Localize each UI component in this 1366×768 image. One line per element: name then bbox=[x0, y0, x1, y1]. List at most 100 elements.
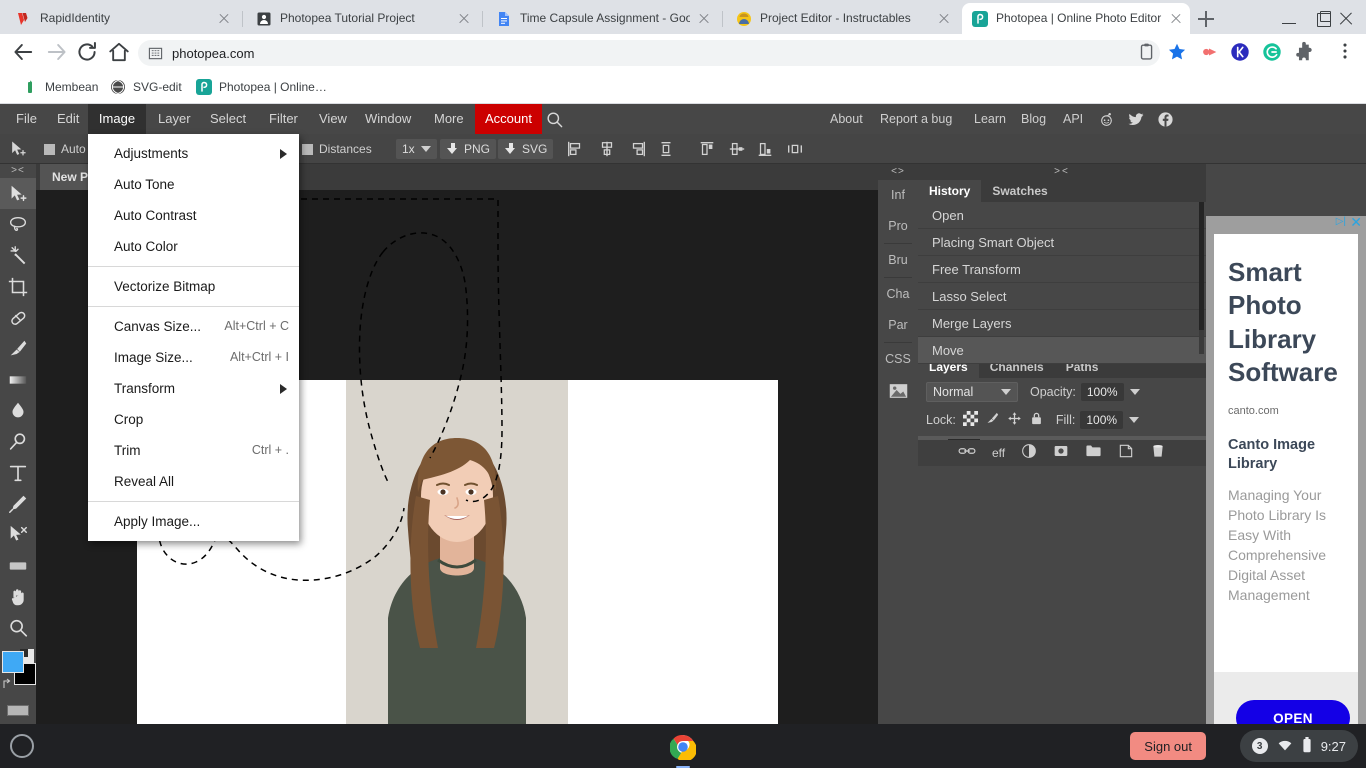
menu-item-vectorize-bitmap[interactable]: Vectorize Bitmap bbox=[88, 271, 299, 302]
opacity-chevron-down-icon[interactable] bbox=[1129, 389, 1140, 395]
bookmark-star-icon[interactable] bbox=[1166, 41, 1190, 65]
fill-chevron-down-icon[interactable] bbox=[1129, 417, 1140, 423]
tab-close-icon[interactable] bbox=[216, 11, 232, 27]
tab-close-icon[interactable] bbox=[696, 11, 712, 27]
history-item[interactable]: Merge Layers bbox=[918, 310, 1206, 337]
link-blog[interactable]: Blog bbox=[1021, 104, 1046, 134]
rail-tab-brushes[interactable]: Bru bbox=[878, 245, 918, 276]
extensions-puzzle-icon[interactable] bbox=[1293, 41, 1317, 65]
align-right-icon[interactable] bbox=[629, 140, 647, 158]
tool-lasso[interactable] bbox=[0, 209, 36, 240]
color-swatches[interactable] bbox=[0, 649, 36, 701]
reddit-icon[interactable] bbox=[1098, 111, 1115, 128]
link-about[interactable]: About bbox=[830, 104, 863, 134]
menu-item-auto-tone[interactable]: Auto Tone bbox=[88, 169, 299, 200]
menu-item-reveal-all[interactable]: Reveal All bbox=[88, 466, 299, 497]
chrome-menu-icon[interactable] bbox=[1334, 40, 1358, 64]
tool-type[interactable] bbox=[0, 457, 36, 488]
distances-checkbox[interactable]: Distances bbox=[302, 134, 372, 164]
menu-edit[interactable]: Edit bbox=[47, 104, 89, 134]
auto-select-checkbox[interactable]: Auto bbox=[44, 134, 86, 164]
tool-blur[interactable] bbox=[0, 395, 36, 426]
wifi-icon[interactable] bbox=[1277, 738, 1293, 755]
tools-collapse-handle[interactable]: >< bbox=[0, 164, 36, 178]
tool-zoom[interactable] bbox=[0, 612, 36, 643]
blend-mode-select[interactable]: Normal bbox=[926, 382, 1018, 402]
active-tool-indicator[interactable] bbox=[8, 134, 28, 164]
lock-all-icon[interactable] bbox=[1029, 411, 1044, 429]
history-item[interactable]: Placing Smart Object bbox=[918, 229, 1206, 256]
battery-icon[interactable] bbox=[1302, 736, 1312, 756]
tool-crop[interactable] bbox=[0, 271, 36, 302]
opacity-value[interactable]: 100% bbox=[1080, 383, 1124, 401]
menu-image[interactable]: Image bbox=[88, 104, 146, 134]
close-icon[interactable] bbox=[1335, 8, 1357, 30]
browser-tab-1[interactable]: Photopea Tutorial Project bbox=[246, 3, 478, 34]
search-icon[interactable] bbox=[545, 110, 564, 134]
menu-item-image-size[interactable]: Image Size... Alt+Ctrl + I bbox=[88, 342, 299, 373]
lock-transparency-icon[interactable] bbox=[962, 411, 978, 429]
ad-card[interactable]: Smart Photo Library Software canto.com C… bbox=[1214, 234, 1358, 768]
rail-tab-css[interactable]: CSS bbox=[878, 344, 918, 375]
quick-mask-toggle[interactable] bbox=[0, 701, 36, 719]
menu-item-apply-image[interactable]: Apply Image... bbox=[88, 506, 299, 537]
history-item[interactable]: Open bbox=[918, 202, 1206, 229]
browser-tab-2[interactable]: Time Capsule Assignment - Goo bbox=[486, 3, 718, 34]
tool-gradient[interactable] bbox=[0, 364, 36, 395]
distribute-v-icon[interactable] bbox=[657, 140, 675, 158]
checkbox-box[interactable] bbox=[302, 143, 313, 155]
launcher-icon[interactable] bbox=[10, 734, 34, 758]
fx-effects-icon[interactable]: eff bbox=[992, 446, 1005, 460]
clipboard-icon[interactable] bbox=[1136, 41, 1160, 65]
close-ad-icon[interactable]: ✕ bbox=[1350, 214, 1362, 231]
chrome-icon[interactable] bbox=[669, 734, 697, 768]
history-item-active[interactable]: Move bbox=[918, 337, 1206, 364]
minimize-icon[interactable] bbox=[1278, 8, 1300, 30]
history-list[interactable]: Open Placing Smart Object Free Transform… bbox=[918, 202, 1206, 364]
rail-tab-character[interactable]: Cha bbox=[878, 279, 918, 310]
browser-tab-3[interactable]: Project Editor - Instructables bbox=[726, 3, 958, 34]
adjustment-layer-icon[interactable] bbox=[1021, 443, 1037, 464]
panels-collapse-handle[interactable]: >< bbox=[918, 164, 1206, 180]
menu-item-auto-color[interactable]: Auto Color bbox=[88, 231, 299, 262]
default-colors-icon[interactable] bbox=[2, 677, 14, 689]
clock-time[interactable]: 9:27 bbox=[1321, 739, 1346, 754]
menu-layer[interactable]: Layer bbox=[148, 104, 201, 134]
page-info-icon[interactable] bbox=[148, 46, 163, 61]
sign-out-button[interactable]: Sign out bbox=[1130, 732, 1206, 760]
tool-dodge[interactable] bbox=[0, 426, 36, 457]
foreground-color-swatch[interactable] bbox=[2, 651, 24, 673]
tool-hand[interactable] bbox=[0, 581, 36, 612]
link-api[interactable]: API bbox=[1063, 104, 1083, 134]
menu-filter[interactable]: Filter bbox=[259, 104, 308, 134]
menu-item-auto-contrast[interactable]: Auto Contrast bbox=[88, 200, 299, 231]
image-menu-dropdown[interactable]: Adjustments Auto Tone Auto Contrast Auto… bbox=[88, 134, 299, 541]
history-item[interactable]: Free Transform bbox=[918, 256, 1206, 283]
menu-view[interactable]: View bbox=[309, 104, 357, 134]
lock-pixels-icon[interactable] bbox=[985, 411, 1000, 429]
menu-item-canvas-size[interactable]: Canvas Size... Alt+Ctrl + C bbox=[88, 311, 299, 342]
distribute-h-icon[interactable] bbox=[786, 140, 804, 158]
cast-icon[interactable] bbox=[1198, 41, 1222, 65]
history-scrollbar[interactable] bbox=[1199, 202, 1204, 354]
align-top-icon[interactable] bbox=[698, 140, 716, 158]
layer-mask-icon[interactable] bbox=[1053, 443, 1069, 464]
tab-swatches[interactable]: Swatches bbox=[981, 180, 1058, 202]
tool-move[interactable] bbox=[0, 178, 36, 209]
maximize-icon[interactable] bbox=[1312, 8, 1334, 30]
export-png-button[interactable]: PNG bbox=[440, 134, 497, 164]
tool-pen[interactable] bbox=[0, 488, 36, 519]
align-center-h-icon[interactable] bbox=[598, 140, 616, 158]
checkbox-box[interactable] bbox=[44, 143, 55, 155]
tool-shape[interactable] bbox=[0, 550, 36, 581]
delete-layer-icon[interactable] bbox=[1150, 443, 1166, 464]
address-bar[interactable]: photopea.com bbox=[138, 40, 1160, 66]
tool-path-select[interactable] bbox=[0, 519, 36, 550]
adchoices-icon[interactable]: ▷| bbox=[1336, 216, 1346, 227]
new-tab-button[interactable] bbox=[1192, 7, 1220, 31]
rail-tab-paragraph[interactable]: Par bbox=[878, 310, 918, 341]
tool-brush[interactable] bbox=[0, 333, 36, 364]
rail-collapse-handle[interactable]: <> bbox=[878, 164, 918, 180]
export-svg-button[interactable]: SVG bbox=[498, 134, 554, 164]
menu-item-trim[interactable]: Trim Ctrl + . bbox=[88, 435, 299, 466]
